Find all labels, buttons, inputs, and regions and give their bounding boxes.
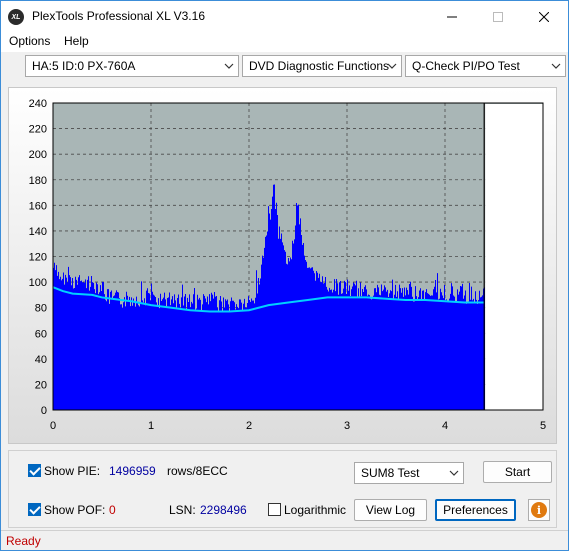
x-tick-label: 3 (344, 420, 350, 432)
test-select-value: Q-Check PI/PO Test (412, 59, 520, 73)
maximize-icon (492, 11, 503, 22)
start-button-label: Start (504, 465, 531, 479)
control-panel: Show PIE: 1496959 rows/8ECC SUM8 Test St… (8, 450, 557, 528)
x-tick-label: 4 (442, 420, 448, 432)
y-tick-label: 100 (29, 277, 47, 289)
y-tick-label: 140 (29, 226, 47, 238)
chart-frame: 0 20 40 60 80 100 120 140 160 180 200 220 240 0 1 2 3 4 5 (8, 87, 557, 444)
y-tick-label: 180 (29, 175, 47, 187)
x-tick-label: 1 (148, 420, 154, 432)
pie-value: 1496959 (109, 464, 156, 478)
show-pof-checkbox[interactable] (28, 503, 41, 516)
chevron-down-icon (387, 63, 397, 69)
y-tick-label: 80 (35, 303, 47, 315)
app-logo-icon: XL (8, 9, 24, 25)
preferences-button-label: Preferences (443, 503, 508, 517)
minimize-button[interactable] (429, 1, 474, 32)
close-icon (538, 11, 549, 22)
view-log-button[interactable]: View Log (354, 499, 427, 521)
test-select[interactable]: Q-Check PI/PO Test (405, 55, 566, 77)
y-tick-label: 200 (29, 149, 47, 161)
chevron-down-icon (551, 63, 561, 69)
y-tick-label: 60 (35, 328, 47, 340)
pie-unit: rows/8ECC (167, 464, 228, 478)
function-select-value: DVD Diagnostic Functions (249, 59, 390, 73)
sum-test-value: SUM8 Test (361, 466, 420, 480)
window-title: PlexTools Professional XL V3.16 (32, 9, 205, 23)
y-tick-label: 160 (29, 200, 47, 212)
y-tick-label: 40 (35, 354, 47, 366)
show-pie-label: Show PIE: (44, 464, 101, 478)
y-axis: 0 20 40 60 80 100 120 140 160 180 200 220 240 (29, 98, 47, 417)
menu-bar: Options Help (1, 32, 568, 52)
menu-options[interactable]: Options (9, 34, 50, 48)
info-button[interactable]: i (528, 499, 550, 521)
title-bar: XL PlexTools Professional XL V3.16 (1, 1, 568, 32)
x-tick-label: 0 (50, 420, 56, 432)
drive-select-value: HA:5 ID:0 PX-760A (32, 59, 136, 73)
toolbar: HA:5 ID:0 PX-760A DVD Diagnostic Functio… (1, 52, 568, 81)
menu-help[interactable]: Help (64, 34, 89, 48)
pipo-chart: 0 20 40 60 80 100 120 140 160 180 200 220 240 0 1 2 3 4 5 (29, 98, 546, 432)
close-button[interactable] (521, 1, 566, 32)
y-tick-label: 220 (29, 124, 47, 136)
lsn-value: 2298496 (200, 503, 247, 517)
unscanned-area (485, 104, 543, 410)
pof-value: 0 (109, 503, 116, 517)
x-tick-label: 2 (246, 420, 252, 432)
drive-select[interactable]: HA:5 ID:0 PX-760A (25, 55, 239, 77)
status-text: Ready (6, 534, 41, 548)
y-tick-label: 20 (35, 379, 47, 391)
maximize-button[interactable] (475, 1, 520, 32)
start-button[interactable]: Start (483, 461, 552, 483)
sum-test-select[interactable]: SUM8 Test (354, 462, 464, 484)
y-tick-label: 240 (29, 98, 47, 110)
y-tick-label: 0 (41, 405, 47, 417)
lsn-label: LSN: (169, 503, 196, 517)
chevron-down-icon (224, 63, 234, 69)
chevron-down-icon (449, 470, 459, 476)
info-icon: i (531, 502, 547, 518)
x-tick-label: 5 (540, 420, 546, 432)
status-bar: Ready (1, 530, 568, 550)
logarithmic-checkbox[interactable] (268, 503, 281, 516)
show-pie-checkbox[interactable] (28, 464, 41, 477)
y-tick-label: 120 (29, 252, 47, 264)
x-axis: 0 1 2 3 4 5 (50, 420, 546, 432)
app-window: XL PlexTools Professional XL V3.16 Optio… (0, 0, 569, 551)
function-select[interactable]: DVD Diagnostic Functions (242, 55, 402, 77)
preferences-button[interactable]: Preferences (435, 499, 516, 521)
view-log-button-label: View Log (365, 503, 416, 517)
minimize-icon (446, 16, 457, 17)
logarithmic-label: Logarithmic (284, 503, 347, 517)
show-pof-label: Show POF: (44, 503, 106, 517)
